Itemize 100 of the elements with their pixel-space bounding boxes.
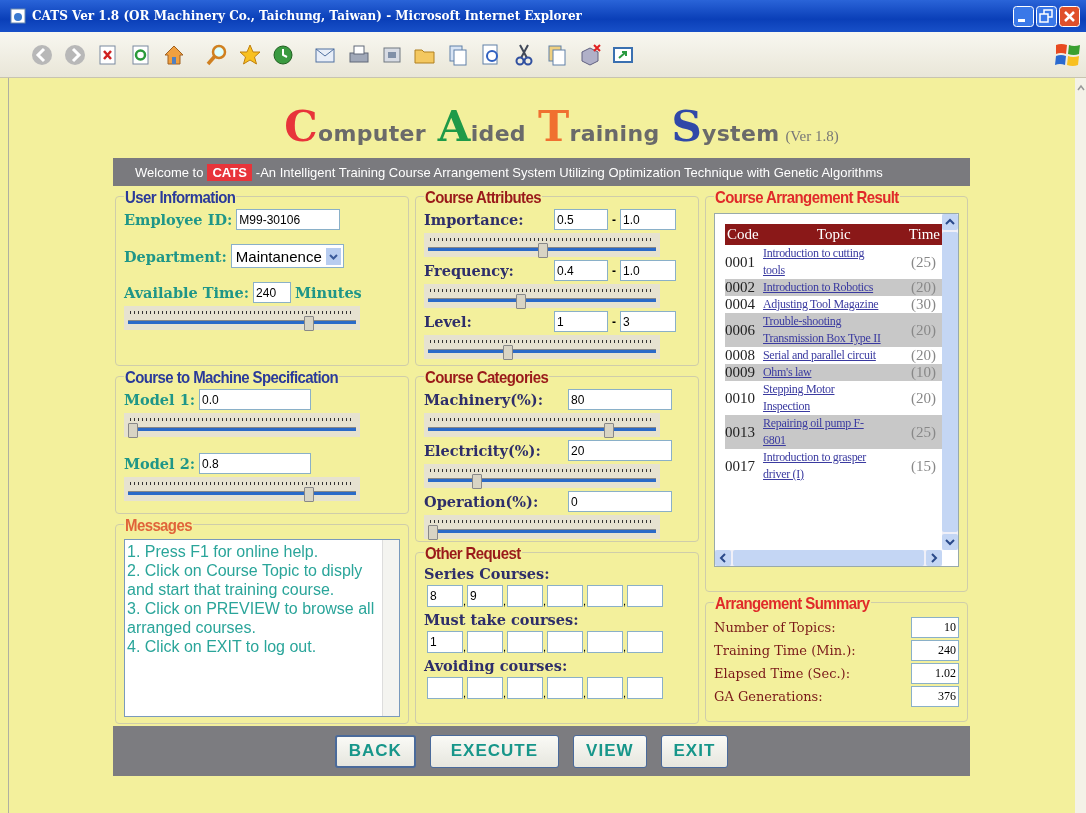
summary-field[interactable]: 376 xyxy=(911,686,959,707)
text-field[interactable]: 240 xyxy=(253,282,292,303)
scrollbar[interactable] xyxy=(1075,78,1086,813)
text-field[interactable]: 0.0 xyxy=(199,389,312,410)
course-link[interactable]: Introduction to Robotics xyxy=(763,279,881,296)
slider-track[interactable] xyxy=(424,284,660,308)
slider-track[interactable] xyxy=(424,464,660,488)
scrollbar[interactable] xyxy=(715,550,942,566)
back-icon[interactable] xyxy=(30,42,54,67)
table-cell-text: (15) xyxy=(911,457,937,475)
unit-label: Minutes xyxy=(295,284,362,301)
text-field[interactable] xyxy=(507,631,543,653)
text-field[interactable] xyxy=(547,631,583,653)
field-label: Electricity(%): xyxy=(424,442,542,459)
separator: , xyxy=(503,595,507,607)
slider-track[interactable] xyxy=(424,233,660,257)
text-field[interactable]: 1.0 xyxy=(620,260,676,281)
course-link[interactable]: Repairing oil pump F-6801 xyxy=(763,415,881,449)
summary-field[interactable]: 1.02 xyxy=(911,663,959,684)
text-field[interactable]: 80 xyxy=(568,389,672,410)
text-field[interactable]: 20 xyxy=(568,440,672,461)
system-title-word: Training xyxy=(537,102,660,151)
text-field[interactable]: 0.8 xyxy=(199,453,312,474)
table-cell-text: 0013 xyxy=(725,423,756,441)
forward-icon[interactable] xyxy=(63,42,87,67)
slider-track[interactable] xyxy=(424,335,660,359)
summary-label: Elapsed Time (Sec.): xyxy=(714,666,851,681)
course-link[interactable]: Introduction to cutting tools xyxy=(763,245,881,279)
restore-icon[interactable] xyxy=(1036,5,1057,27)
text-field[interactable] xyxy=(627,631,663,653)
text-field[interactable] xyxy=(547,585,583,607)
table-cell-text: 0009 xyxy=(725,364,756,381)
copy-icon[interactable] xyxy=(446,42,470,67)
table-cell-text: (20) xyxy=(911,347,937,364)
slider-track[interactable] xyxy=(124,477,360,501)
slider-thumb[interactable] xyxy=(538,243,548,258)
summary-field[interactable]: 240 xyxy=(911,640,959,661)
slider-track[interactable] xyxy=(124,413,360,437)
course-link[interactable]: Ohm's law xyxy=(763,364,881,381)
text-field[interactable] xyxy=(547,677,583,699)
scrollbar[interactable] xyxy=(382,540,399,716)
paste-icon[interactable] xyxy=(545,42,569,67)
field-label: Importance: xyxy=(424,211,525,228)
text-field[interactable] xyxy=(427,677,463,699)
scroll-up-icon[interactable] xyxy=(942,214,958,230)
section-title: Other Request xyxy=(424,543,522,562)
search-icon[interactable] xyxy=(205,42,229,67)
course-link[interactable]: Serial and parallel circuit xyxy=(763,347,881,364)
text-field[interactable] xyxy=(507,585,543,607)
text-field[interactable]: 1 xyxy=(554,311,608,332)
slider-thumb[interactable] xyxy=(304,316,314,331)
department-dropdown[interactable]: Maintanence xyxy=(230,244,344,268)
text-field[interactable]: 0.4 xyxy=(554,260,608,281)
slider-thumb[interactable] xyxy=(428,525,438,540)
text-field[interactable]: 9 xyxy=(467,585,503,607)
slider-track[interactable] xyxy=(424,413,660,437)
text-field[interactable] xyxy=(587,585,623,607)
text-field[interactable]: 1 xyxy=(427,631,463,653)
text-field[interactable]: 0 xyxy=(568,491,672,512)
history-icon[interactable] xyxy=(271,42,295,67)
slider-thumb[interactable] xyxy=(516,294,526,309)
text-field[interactable]: 3 xyxy=(620,311,676,332)
course-link[interactable]: Stepping Motor Inspection xyxy=(763,381,881,415)
course-link[interactable]: Trouble-shooting Transmission Box Type II xyxy=(763,313,881,347)
slider-track[interactable] xyxy=(124,306,360,330)
delete-icon[interactable] xyxy=(578,42,602,67)
text-field[interactable] xyxy=(627,585,663,607)
summary-field[interactable]: 10 xyxy=(911,617,959,638)
minimize-icon[interactable] xyxy=(1013,5,1034,27)
slider-thumb[interactable] xyxy=(472,474,482,489)
column-header: Time xyxy=(908,226,940,243)
course-link[interactable]: Introduction to grasper driver (I) xyxy=(763,449,881,483)
slider-thumb[interactable] xyxy=(128,423,138,438)
text-field[interactable]: M99-30106 xyxy=(236,209,341,230)
separator: , xyxy=(623,687,627,699)
favorites-icon[interactable] xyxy=(238,42,262,67)
scroll-right-icon[interactable] xyxy=(926,550,942,566)
field-label: Machinery(%): xyxy=(424,391,544,408)
slider-track[interactable] xyxy=(424,515,660,539)
close-icon[interactable] xyxy=(1059,5,1080,27)
slider-thumb[interactable] xyxy=(304,487,314,502)
scrollbar[interactable] xyxy=(942,214,958,550)
text-field[interactable]: 0.5 xyxy=(554,209,608,230)
text-field[interactable]: 1.0 xyxy=(620,209,676,230)
separator: , xyxy=(463,687,467,699)
separator: , xyxy=(463,595,467,607)
text-field[interactable] xyxy=(627,677,663,699)
text-field[interactable] xyxy=(467,677,503,699)
separator: , xyxy=(583,595,587,607)
message-line: 3. Click on PREVIEW to browse all arranged courses. xyxy=(127,599,376,637)
scroll-down-icon[interactable] xyxy=(942,534,958,550)
text-field[interactable] xyxy=(467,631,503,653)
text-field[interactable] xyxy=(587,677,623,699)
slider-thumb[interactable] xyxy=(502,345,513,360)
course-link[interactable]: Adjusting Tool Magazine xyxy=(763,296,881,313)
scroll-left-icon[interactable] xyxy=(715,550,731,566)
text-field[interactable] xyxy=(507,677,543,699)
text-field[interactable] xyxy=(587,631,623,653)
text-field[interactable]: 8 xyxy=(427,585,463,607)
slider-thumb[interactable] xyxy=(604,423,614,438)
